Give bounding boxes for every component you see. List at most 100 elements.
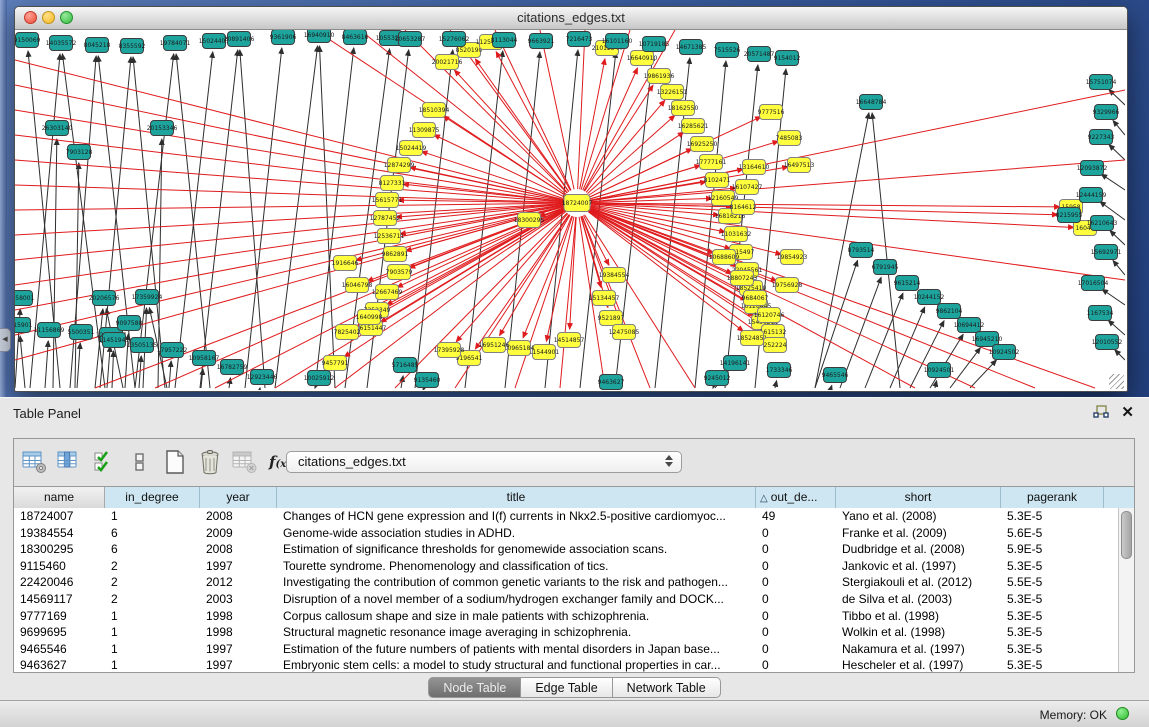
network-node[interactable]: 26303140: [42, 121, 73, 136]
network-node[interactable]: 8164612: [730, 200, 757, 215]
column-header-name[interactable]: name: [14, 487, 105, 508]
network-node[interactable]: 18807243: [727, 271, 758, 286]
network-node[interactable]: 6791945: [872, 260, 899, 275]
show-columns-icon[interactable]: [57, 448, 83, 476]
network-node[interactable]: 7903128: [66, 145, 93, 160]
network-node[interactable]: 1167534: [1087, 306, 1114, 321]
table-row[interactable]: 946554611997Estimation of the future num…: [14, 641, 1119, 658]
network-node[interactable]: 17359924: [132, 290, 163, 305]
tab-network-table[interactable]: Network Table: [613, 677, 721, 698]
column-header-year[interactable]: year: [200, 487, 277, 508]
network-node[interactable]: 5716485: [392, 358, 419, 373]
table-select-dropdown[interactable]: citations_edges.txt: [286, 451, 682, 473]
column-header-pagerank[interactable]: pagerank: [1001, 487, 1104, 508]
network-node[interactable]: 16120746: [754, 308, 785, 323]
network-node[interactable]: 20206576: [89, 291, 120, 306]
network-graph[interactable]: 1830029518510394113098751502441912874299…: [15, 30, 1125, 390]
network-node[interactable]: 9358001: [15, 291, 35, 306]
network-node[interactable]: 7903579: [386, 265, 413, 280]
network-node[interactable]: 9361906: [270, 30, 297, 45]
network-node[interactable]: 18300295: [514, 213, 545, 228]
network-node[interactable]: 9245012: [704, 371, 731, 386]
network-canvas[interactable]: 1830029518510394113098751502441912874299…: [15, 30, 1125, 390]
network-node[interactable]: 17957222: [157, 343, 188, 358]
network-node[interactable]: 15024419: [396, 141, 427, 156]
network-node[interactable]: 7515526: [714, 43, 741, 58]
network-node[interactable]: 11309875: [409, 123, 440, 138]
table-scrollbar[interactable]: [1118, 508, 1134, 672]
network-node[interactable]: 5500351: [68, 325, 95, 340]
network-node[interactable]: 9457791: [322, 356, 349, 371]
table-row[interactable]: 1938455462009Genome-wide association stu…: [14, 525, 1119, 542]
column-header-short[interactable]: short: [836, 487, 1001, 508]
network-node[interactable]: 8127331: [379, 176, 406, 191]
network-node[interactable]: 12093872: [1077, 161, 1108, 176]
network-node[interactable]: 1733346: [766, 363, 793, 378]
network-node[interactable]: 10924501: [924, 363, 955, 378]
network-node[interactable]: 10025912: [304, 371, 335, 386]
network-node[interactable]: 15615771: [372, 193, 403, 208]
network-node[interactable]: 252224: [764, 338, 787, 353]
table-row[interactable]: 1456911722003Disruption of a novel membe…: [14, 591, 1119, 608]
network-node[interactable]: 14514857: [554, 333, 585, 348]
network-node[interactable]: 16940910: [304, 30, 335, 43]
table-row[interactable]: 1830029562008Estimation of significance …: [14, 541, 1119, 558]
network-node[interactable]: 14196141: [720, 356, 751, 371]
network-node[interactable]: 11156869: [34, 323, 65, 338]
network-node[interactable]: 20571487: [744, 47, 775, 62]
network-node[interactable]: 8045218: [84, 38, 111, 53]
network-node[interactable]: 12536711: [374, 229, 405, 244]
network-node[interactable]: 19861936: [644, 69, 675, 84]
network-node[interactable]: 12923446: [247, 370, 278, 385]
network-node[interactable]: 10694412: [954, 318, 985, 333]
network-node[interactable]: 10958167: [189, 351, 220, 366]
row-ops-icon[interactable]: [127, 448, 153, 476]
zoom-window-button[interactable]: [60, 11, 73, 24]
network-node[interactable]: 7825402: [334, 325, 361, 340]
network-node[interactable]: 19854923: [777, 250, 808, 265]
network-node[interactable]: 9154012: [774, 51, 801, 66]
network-node[interactable]: 12787452: [370, 211, 401, 226]
delete-table-icon[interactable]: [232, 448, 258, 476]
network-node[interactable]: 11451941: [99, 333, 130, 348]
network-node[interactable]: 13164610: [739, 160, 770, 175]
network-node[interactable]: 10688609: [709, 250, 740, 265]
network-node[interactable]: 12874299: [384, 158, 415, 173]
network-node[interactable]: 1640998: [356, 310, 383, 325]
network-node[interactable]: 16101160: [602, 34, 633, 49]
table-row[interactable]: 969969511998Structural magnetic resonanc…: [14, 624, 1119, 641]
network-node[interactable]: 16210643: [1087, 216, 1118, 231]
network-node[interactable]: 9465546: [822, 368, 849, 383]
network-node[interactable]: 19784071: [160, 36, 191, 51]
table-row[interactable]: 911546021997Tourette syndrome. Phenomeno…: [14, 558, 1119, 575]
network-node[interactable]: 18724007: [562, 195, 593, 212]
column-header-title[interactable]: title: [277, 487, 756, 508]
network-node[interactable]: 16046798: [342, 278, 373, 293]
network-node[interactable]: 16951246: [479, 338, 510, 353]
network-node[interactable]: 8215955: [1056, 208, 1083, 223]
network-node[interactable]: 17016504: [1078, 276, 1109, 291]
network-node[interactable]: 12010552: [1092, 335, 1123, 350]
scrollbar-thumb[interactable]: [1121, 511, 1132, 559]
network-node[interactable]: 17395928: [434, 343, 465, 358]
network-node[interactable]: 9227343: [1088, 130, 1115, 145]
network-node[interactable]: 8463616: [342, 30, 369, 45]
network-node[interactable]: 15692971: [1091, 245, 1122, 260]
delete-icon[interactable]: [197, 448, 223, 476]
network-node[interactable]: 9862104: [936, 304, 963, 319]
network-node[interactable]: 3915901: [15, 318, 33, 333]
network-node[interactable]: 12475085: [609, 325, 640, 340]
table-row[interactable]: 2242004622012Investigating the contribut…: [14, 574, 1119, 591]
network-node[interactable]: 9663921: [528, 34, 555, 49]
network-node[interactable]: 15276062: [439, 32, 470, 47]
network-node[interactable]: 16497513: [784, 158, 815, 173]
network-node[interactable]: 17777161: [696, 155, 727, 170]
network-node[interactable]: 11031632: [721, 227, 752, 242]
table-row[interactable]: 977716911998Corpus callosum shape and si…: [14, 608, 1119, 625]
network-node[interactable]: 14035572: [46, 36, 77, 51]
network-node[interactable]: 16640910: [627, 51, 658, 66]
network-node[interactable]: 8102471: [704, 173, 731, 188]
table-row[interactable]: 946362711997Embryonic stem cells: a mode…: [14, 657, 1119, 672]
network-node[interactable]: 16648784: [856, 95, 887, 110]
select-apply-icon[interactable]: [92, 448, 118, 476]
